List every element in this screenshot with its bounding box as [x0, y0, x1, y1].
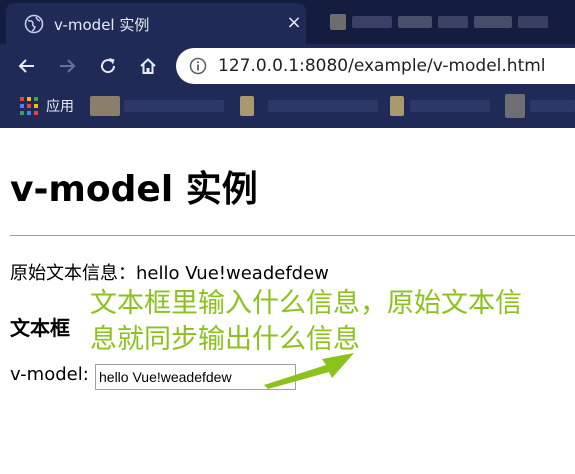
tab-title: v-model 实例 — [54, 16, 150, 34]
forward-arrow-icon[interactable] — [53, 52, 81, 80]
address-bar[interactable]: 127.0.0.1:8080/example/v-model.html — [176, 48, 575, 84]
info-icon[interactable] — [188, 56, 208, 76]
page-title: v-model 实例 — [10, 169, 258, 210]
globe-icon — [24, 14, 44, 34]
tab-strip: v-model 实例 × — [0, 0, 575, 44]
bookmarks-bar: 应用 — [0, 88, 575, 124]
textbox-heading: 文本框 — [10, 316, 70, 340]
reload-icon[interactable] — [94, 52, 122, 80]
tab-active[interactable]: v-model 实例 × — [6, 3, 306, 44]
browser-chrome: v-model 实例 × 127.0.0.1:8080/example/v-mo… — [0, 0, 575, 128]
tab-inactive-blurred[interactable] — [312, 6, 575, 38]
back-arrow-icon[interactable] — [13, 52, 41, 80]
close-icon[interactable]: × — [282, 11, 306, 35]
home-icon[interactable] — [134, 52, 162, 80]
divider — [10, 235, 575, 236]
apps-bookmark-label[interactable]: 应用 — [46, 96, 74, 116]
original-text-line: 原始文本信息：hello Vue!weadefdew — [10, 263, 329, 284]
apps-grid-icon[interactable] — [20, 97, 38, 115]
annotation-line-1: 文本框里输入什么信息，原始文本信 — [90, 288, 522, 320]
annotation-arrow-icon — [264, 353, 354, 389]
vmodel-label: v-model: — [10, 364, 89, 385]
url-text: 127.0.0.1:8080/example/v-model.html — [218, 56, 546, 76]
toolbar: 127.0.0.1:8080/example/v-model.html — [0, 44, 575, 88]
